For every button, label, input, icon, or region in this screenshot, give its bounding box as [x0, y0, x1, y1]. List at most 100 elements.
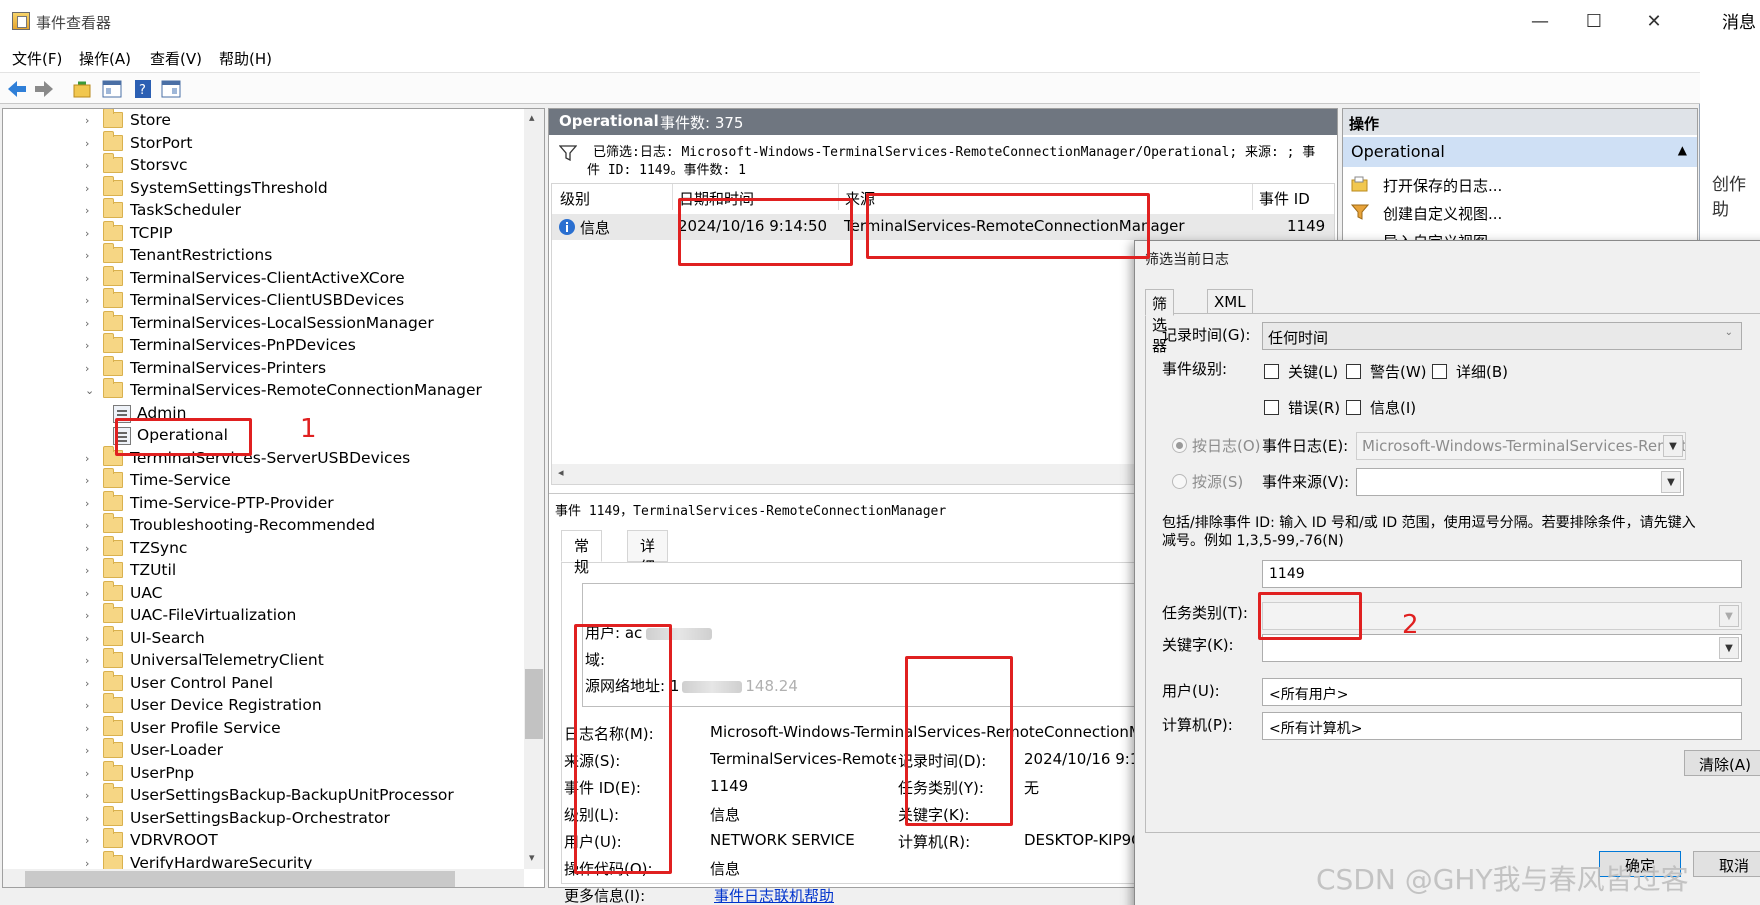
checkbox-verbose[interactable]	[1432, 364, 1447, 379]
menu-action[interactable]: 操作(A)	[79, 48, 131, 69]
tree-item[interactable]: › Troubleshooting-Recommended	[3, 513, 523, 538]
tree-item[interactable]: › Store	[3, 109, 523, 133]
chevron-right-icon[interactable]: ›	[85, 587, 89, 600]
chevron-right-icon[interactable]: ›	[85, 137, 89, 150]
messages-label[interactable]: 消息	[1722, 8, 1756, 33]
menu-file[interactable]: 文件(F)	[12, 48, 62, 69]
tree-item[interactable]: › TerminalServices-PnPDevices	[3, 333, 523, 358]
chevron-right-icon[interactable]: ›	[85, 699, 89, 712]
chevron-right-icon[interactable]: ›	[85, 789, 89, 802]
tree-item[interactable]: › UserSettingsBackup-Orchestrator	[3, 805, 523, 831]
minimize-button[interactable]: —	[1520, 8, 1560, 36]
tree-vertical-scrollbar[interactable]: ▴ ▾	[524, 109, 544, 869]
event-log-dropdown[interactable]: Microsoft-Windows-TerminalServices-Remot…	[1356, 432, 1686, 460]
tree-item[interactable]: › Time-Service	[3, 468, 523, 493]
checkbox-warning[interactable]	[1346, 364, 1361, 379]
maximize-button[interactable]: ☐	[1574, 8, 1614, 36]
creation-helper-label[interactable]: 创作助	[1712, 170, 1760, 220]
tree-scroll-thumb[interactable]	[525, 669, 543, 739]
tree-item[interactable]: › TCPIP	[3, 220, 523, 246]
back-arrow-icon[interactable]	[6, 79, 28, 99]
scroll-left-icon[interactable]: ◂	[558, 466, 564, 479]
event-id-input[interactable]: 1149	[1262, 560, 1742, 588]
tree-item[interactable]: › Storsvc	[3, 153, 523, 178]
tree-item[interactable]: › UI-Search	[3, 625, 523, 651]
help-icon[interactable]: ?	[133, 79, 155, 99]
chevron-right-icon[interactable]: ›	[85, 857, 89, 870]
user-input[interactable]: <所有用户>	[1262, 678, 1742, 706]
chevron-right-icon[interactable]: ›	[85, 609, 89, 622]
tree-item[interactable]: › SystemSettingsThreshold	[3, 175, 523, 201]
chevron-right-icon[interactable]: ›	[85, 159, 89, 172]
tree-item[interactable]: › TZUtil	[3, 558, 523, 583]
online-help-link[interactable]: 事件日志联机帮助	[714, 885, 834, 905]
tree-item[interactable]: › TerminalServices-LocalSessionManager	[3, 310, 523, 336]
event-source-dropdown[interactable]: ▼	[1356, 468, 1684, 496]
tree-item[interactable]: › User-Loader	[3, 738, 523, 763]
tab-xml[interactable]: XML	[1207, 289, 1253, 315]
col-event-id[interactable]: 事件 ID	[1252, 184, 1336, 210]
chevron-right-icon[interactable]: ›	[85, 722, 89, 735]
chevron-right-icon[interactable]: ›	[85, 182, 89, 195]
radio-by-source[interactable]	[1172, 474, 1187, 489]
chevron-right-icon[interactable]: ›	[85, 834, 89, 847]
tree-item[interactable]: › TerminalServices-ClientActiveXCore	[3, 265, 523, 291]
scroll-down-icon[interactable]: ▾	[529, 851, 535, 864]
chevron-right-icon[interactable]: ›	[85, 564, 89, 577]
tree-item[interactable]: › VDRVROOT	[3, 828, 523, 853]
forward-arrow-icon[interactable]	[33, 79, 55, 99]
chevron-down-icon[interactable]: ⌄	[85, 384, 94, 397]
chevron-right-icon[interactable]: ›	[85, 204, 89, 217]
chevron-right-icon[interactable]: ›	[85, 249, 89, 262]
chevron-right-icon[interactable]: ›	[85, 272, 89, 285]
checkbox-error[interactable]	[1264, 400, 1279, 415]
tree-item[interactable]: › TenantRestrictions	[3, 243, 523, 268]
chevron-right-icon[interactable]: ›	[85, 497, 89, 510]
properties-icon[interactable]	[160, 79, 182, 99]
action-open-saved-log[interactable]: 打开保存的日志...	[1343, 171, 1697, 199]
computer-input[interactable]: <所有计算机>	[1262, 712, 1742, 740]
chevron-right-icon[interactable]: ›	[85, 474, 89, 487]
tree-item[interactable]: › Time-Service-PTP-Provider	[3, 490, 523, 516]
chevron-right-icon[interactable]: ›	[85, 114, 89, 127]
tree-item-operational[interactable]: Operational	[3, 426, 523, 448]
tree-item[interactable]: › TerminalServices-ClientUSBDevices	[3, 288, 523, 313]
col-level[interactable]: 级别	[560, 184, 590, 210]
tree-item[interactable]: › TerminalServices-ServerUSBDevices	[3, 445, 523, 471]
cancel-button[interactable]: 取消	[1693, 851, 1760, 877]
tree-item[interactable]: ⌄ TerminalServices-RemoteConnectionManage…	[3, 378, 523, 403]
chevron-right-icon[interactable]: ›	[85, 812, 89, 825]
tree-scroll-hthumb[interactable]	[25, 871, 455, 887]
show-hide-tree-icon[interactable]	[101, 79, 123, 99]
chevron-right-icon[interactable]: ›	[85, 294, 89, 307]
scroll-up-icon[interactable]: ▴	[529, 111, 535, 124]
radio-by-log[interactable]	[1172, 438, 1187, 453]
open-folder-icon[interactable]	[72, 79, 94, 99]
clear-button[interactable]: 清除(A)	[1684, 750, 1760, 776]
checkbox-critical[interactable]	[1264, 364, 1279, 379]
tree-item[interactable]: › UAC	[3, 580, 523, 606]
tree-item[interactable]: › TerminalServices-Printers	[3, 355, 523, 381]
tab-filter[interactable]: 筛选器	[1145, 289, 1175, 355]
tree-item[interactable]: › UserPnp	[3, 760, 523, 786]
tab-details[interactable]: 详细信息	[627, 530, 669, 618]
collapse-triangle-icon[interactable]: ▲	[1678, 143, 1687, 157]
tree-item[interactable]: › TaskScheduler	[3, 198, 523, 223]
tree-item-admin[interactable]: Admin	[3, 404, 523, 426]
tree-item[interactable]: › User Profile Service	[3, 715, 523, 741]
chevron-right-icon[interactable]: ›	[85, 452, 89, 465]
chevron-right-icon[interactable]: ›	[85, 542, 89, 555]
logged-dropdown[interactable]: 任何时间 ⌄	[1262, 322, 1742, 350]
chevron-right-icon[interactable]: ›	[85, 744, 89, 757]
action-create-custom-view[interactable]: 创建自定义视图...	[1343, 199, 1697, 227]
tree-item[interactable]: › TZSync	[3, 535, 523, 561]
close-button[interactable]: ✕	[1634, 8, 1674, 36]
actions-section-operational[interactable]: Operational ▲	[1343, 137, 1697, 167]
tab-general[interactable]: 常规	[561, 530, 603, 576]
tree-item[interactable]: › UAC-FileVirtualization	[3, 603, 523, 628]
chevron-right-icon[interactable]: ›	[85, 632, 89, 645]
tree-item[interactable]: › User Control Panel	[3, 670, 523, 696]
tree-item[interactable]: › UserSettingsBackup-BackupUnitProcessor	[3, 783, 523, 808]
menu-view[interactable]: 查看(V)	[150, 48, 202, 69]
chevron-right-icon[interactable]: ›	[85, 317, 89, 330]
